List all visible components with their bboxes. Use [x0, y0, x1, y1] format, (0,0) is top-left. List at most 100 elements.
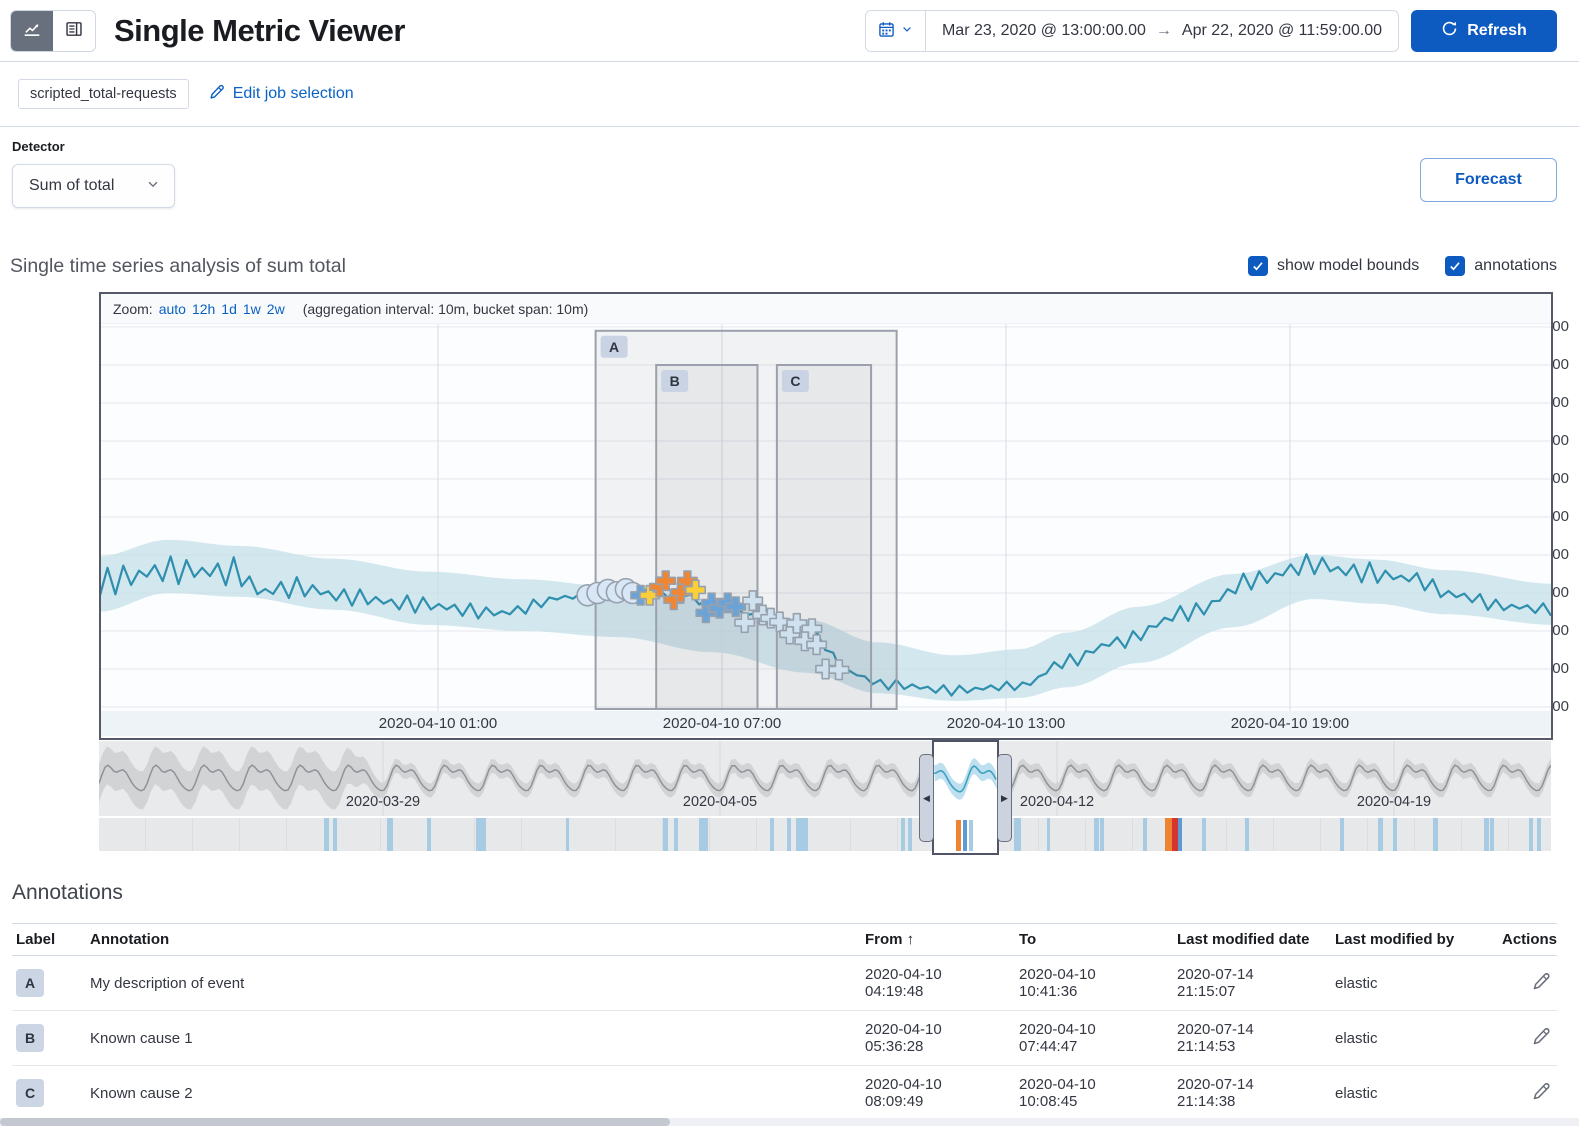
- swimlane-anomaly-bar: [956, 820, 961, 851]
- swimlane-anomaly-bar: [1014, 818, 1021, 851]
- edit-job-selection-label: Edit job selection: [233, 85, 354, 103]
- refresh-button[interactable]: Refresh: [1411, 10, 1557, 52]
- refresh-label: Refresh: [1467, 22, 1527, 40]
- annotation-zone[interactable]: [656, 365, 757, 709]
- swimlane-anomaly-bar: [566, 818, 569, 851]
- annotation-label-badge: B: [16, 1024, 44, 1052]
- pencil-icon: [1532, 979, 1551, 994]
- context-navigator: 2020-03-292020-04-052020-04-122020-04-19…: [99, 741, 1553, 859]
- edit-annotation-button[interactable]: [1530, 1025, 1553, 1051]
- swimlane-anomaly-bar: [476, 818, 486, 851]
- date-to[interactable]: Apr 22, 2020 @ 11:59:00.00: [1182, 22, 1382, 40]
- brush-right-handle[interactable]: ▶: [997, 754, 1012, 842]
- annotation-from: 2020-04-1005:36:28: [865, 1021, 1011, 1055]
- annotation-table-row: BKnown cause 12020-04-1005:36:282020-04-…: [12, 1011, 1557, 1066]
- swimlane-anomaly-bar: [1047, 818, 1050, 851]
- table-view-toggle[interactable]: [53, 11, 95, 51]
- edit-annotation-button[interactable]: [1530, 970, 1553, 996]
- chart-view-toggle[interactable]: [11, 11, 53, 51]
- annotation-zone-label: A: [609, 339, 619, 355]
- table-header-to[interactable]: To: [1015, 924, 1173, 956]
- single-metric-viewer-page: Single Metric Viewer Mar 23, 2020 @ 13:0…: [0, 0, 1579, 1126]
- annotation-zone-label: C: [790, 373, 800, 389]
- table-header-label: Label: [12, 924, 86, 956]
- annotation-modified-date: 2020-07-1421:14:38: [1177, 1076, 1327, 1110]
- detector-selected-value: Sum of total: [29, 177, 114, 195]
- swimlane-anomaly-bar: [1378, 818, 1383, 851]
- zoom-option-link[interactable]: auto: [159, 301, 186, 317]
- forecast-button[interactable]: Forecast: [1420, 158, 1557, 202]
- x-axis-tick-label: 2020-04-10 19:00: [1205, 715, 1375, 732]
- table-header-last-modified-by[interactable]: Last modified by: [1331, 924, 1498, 956]
- detector-block: Detector Sum of total Forecast: [0, 127, 1579, 240]
- swimlane-anomaly-bar: [674, 818, 678, 851]
- x-axis: 2020-04-10 01:00 2020-04-10 07:00 2020-04-…: [101, 711, 1551, 736]
- swimlane-anomaly-bar: [1537, 818, 1541, 851]
- table-header-from[interactable]: From ↑: [861, 924, 1015, 956]
- chevron-down-icon: [146, 177, 160, 196]
- swimlane-anomaly-bar: [1393, 818, 1397, 851]
- annotation-modified-by: elastic: [1335, 975, 1378, 992]
- annotations-checkbox[interactable]: annotations: [1445, 256, 1557, 276]
- pencil-icon: [1532, 1089, 1551, 1104]
- edit-job-selection-link[interactable]: Edit job selection: [209, 84, 354, 105]
- annotation-description: Known cause 2: [90, 1085, 193, 1102]
- chart-options: show model bounds annotations: [1248, 256, 1557, 276]
- table-panel-icon: [65, 20, 83, 41]
- swimlane-anomaly-bar: [796, 818, 808, 851]
- checkbox-checked-icon: [1248, 256, 1268, 276]
- annotations-section: Annotations LabelAnnotationFrom ↑ToLast …: [0, 859, 1579, 1121]
- swimlane-anomaly-bar: [908, 818, 912, 851]
- annotation-to: 2020-04-1010:41:36: [1019, 966, 1169, 1000]
- checkbox-checked-icon: [1445, 256, 1465, 276]
- horizontal-scrollbar[interactable]: [0, 1118, 1579, 1126]
- annotation-from: 2020-04-1008:09:49: [865, 1076, 1011, 1110]
- swimlane-anomaly-bar: [387, 818, 393, 851]
- sort-ascending-icon: ↑: [903, 931, 915, 948]
- swimlane-anomaly-bar: [1165, 818, 1172, 851]
- zoom-option-link[interactable]: 1d: [221, 301, 237, 317]
- chevron-down-icon: [901, 23, 913, 38]
- edit-annotation-button[interactable]: [1530, 1080, 1553, 1106]
- annotations-checkbox-label: annotations: [1474, 257, 1557, 275]
- swimlane-anomaly-bar: [333, 818, 337, 851]
- zoom-option-link[interactable]: 12h: [192, 301, 215, 317]
- date-from[interactable]: Mar 23, 2020 @ 13:00:00.00: [942, 22, 1146, 40]
- pencil-icon: [209, 84, 225, 105]
- x-axis-tick-label: 2020-04-10 07:00: [637, 715, 807, 732]
- annotation-zone[interactable]: [777, 365, 871, 709]
- annotation-zone-label: B: [670, 373, 680, 389]
- main-time-series-chart[interactable]: A B C: [101, 324, 1551, 711]
- annotation-to: 2020-04-1010:08:45: [1019, 1076, 1169, 1110]
- zoom-option-link[interactable]: 1w: [243, 301, 261, 317]
- scrollbar-thumb[interactable]: [0, 1118, 670, 1126]
- swimlane-anomaly-bar: [770, 818, 774, 851]
- context-chart[interactable]: 2020-03-292020-04-052020-04-122020-04-19: [99, 741, 1551, 816]
- annotations-table: LabelAnnotationFrom ↑ToLast modified dat…: [12, 923, 1557, 1121]
- quick-select-date-button[interactable]: [866, 11, 926, 51]
- chart-header: Single time series analysis of sum total…: [0, 240, 1579, 292]
- zoom-controls: Zoom:auto12h1d1w2w(aggregation interval:…: [101, 294, 1551, 324]
- annotation-to: 2020-04-1007:44:47: [1019, 1021, 1169, 1055]
- x-axis-tick-label: 2020-04-10 01:00: [353, 715, 523, 732]
- swimlane-anomaly-bar: [787, 818, 791, 851]
- brush-left-handle[interactable]: ◀: [919, 754, 934, 842]
- show-model-bounds-checkbox[interactable]: show model bounds: [1248, 256, 1419, 276]
- swimlane-anomaly-bar: [1143, 818, 1147, 851]
- date-range: Mar 23, 2020 @ 13:00:00.00 → Apr 22, 202…: [926, 22, 1398, 40]
- line-chart-icon: [23, 20, 41, 41]
- annotation-description: My description of event: [90, 975, 244, 992]
- swimlane-anomaly-bar: [1490, 818, 1494, 851]
- swimlane-anomaly-bar: [1202, 818, 1206, 851]
- table-header-actions: Actions: [1498, 924, 1557, 956]
- pencil-icon: [1532, 1034, 1551, 1049]
- context-date-label: 2020-04-05: [650, 794, 790, 810]
- job-selection-row: scripted_total-requests Edit job selecti…: [0, 62, 1579, 127]
- annotation-label-badge: A: [16, 969, 44, 997]
- anomaly-swimlane[interactable]: [99, 818, 1551, 851]
- time-range-brush[interactable]: ◀ ▶: [932, 740, 999, 855]
- zoom-option-link[interactable]: 2w: [267, 301, 285, 317]
- detector-select[interactable]: Sum of total: [12, 164, 175, 208]
- table-header-last-modified-date[interactable]: Last modified date: [1173, 924, 1331, 956]
- annotation-table-row: AMy description of event2020-04-1004:19:…: [12, 956, 1557, 1011]
